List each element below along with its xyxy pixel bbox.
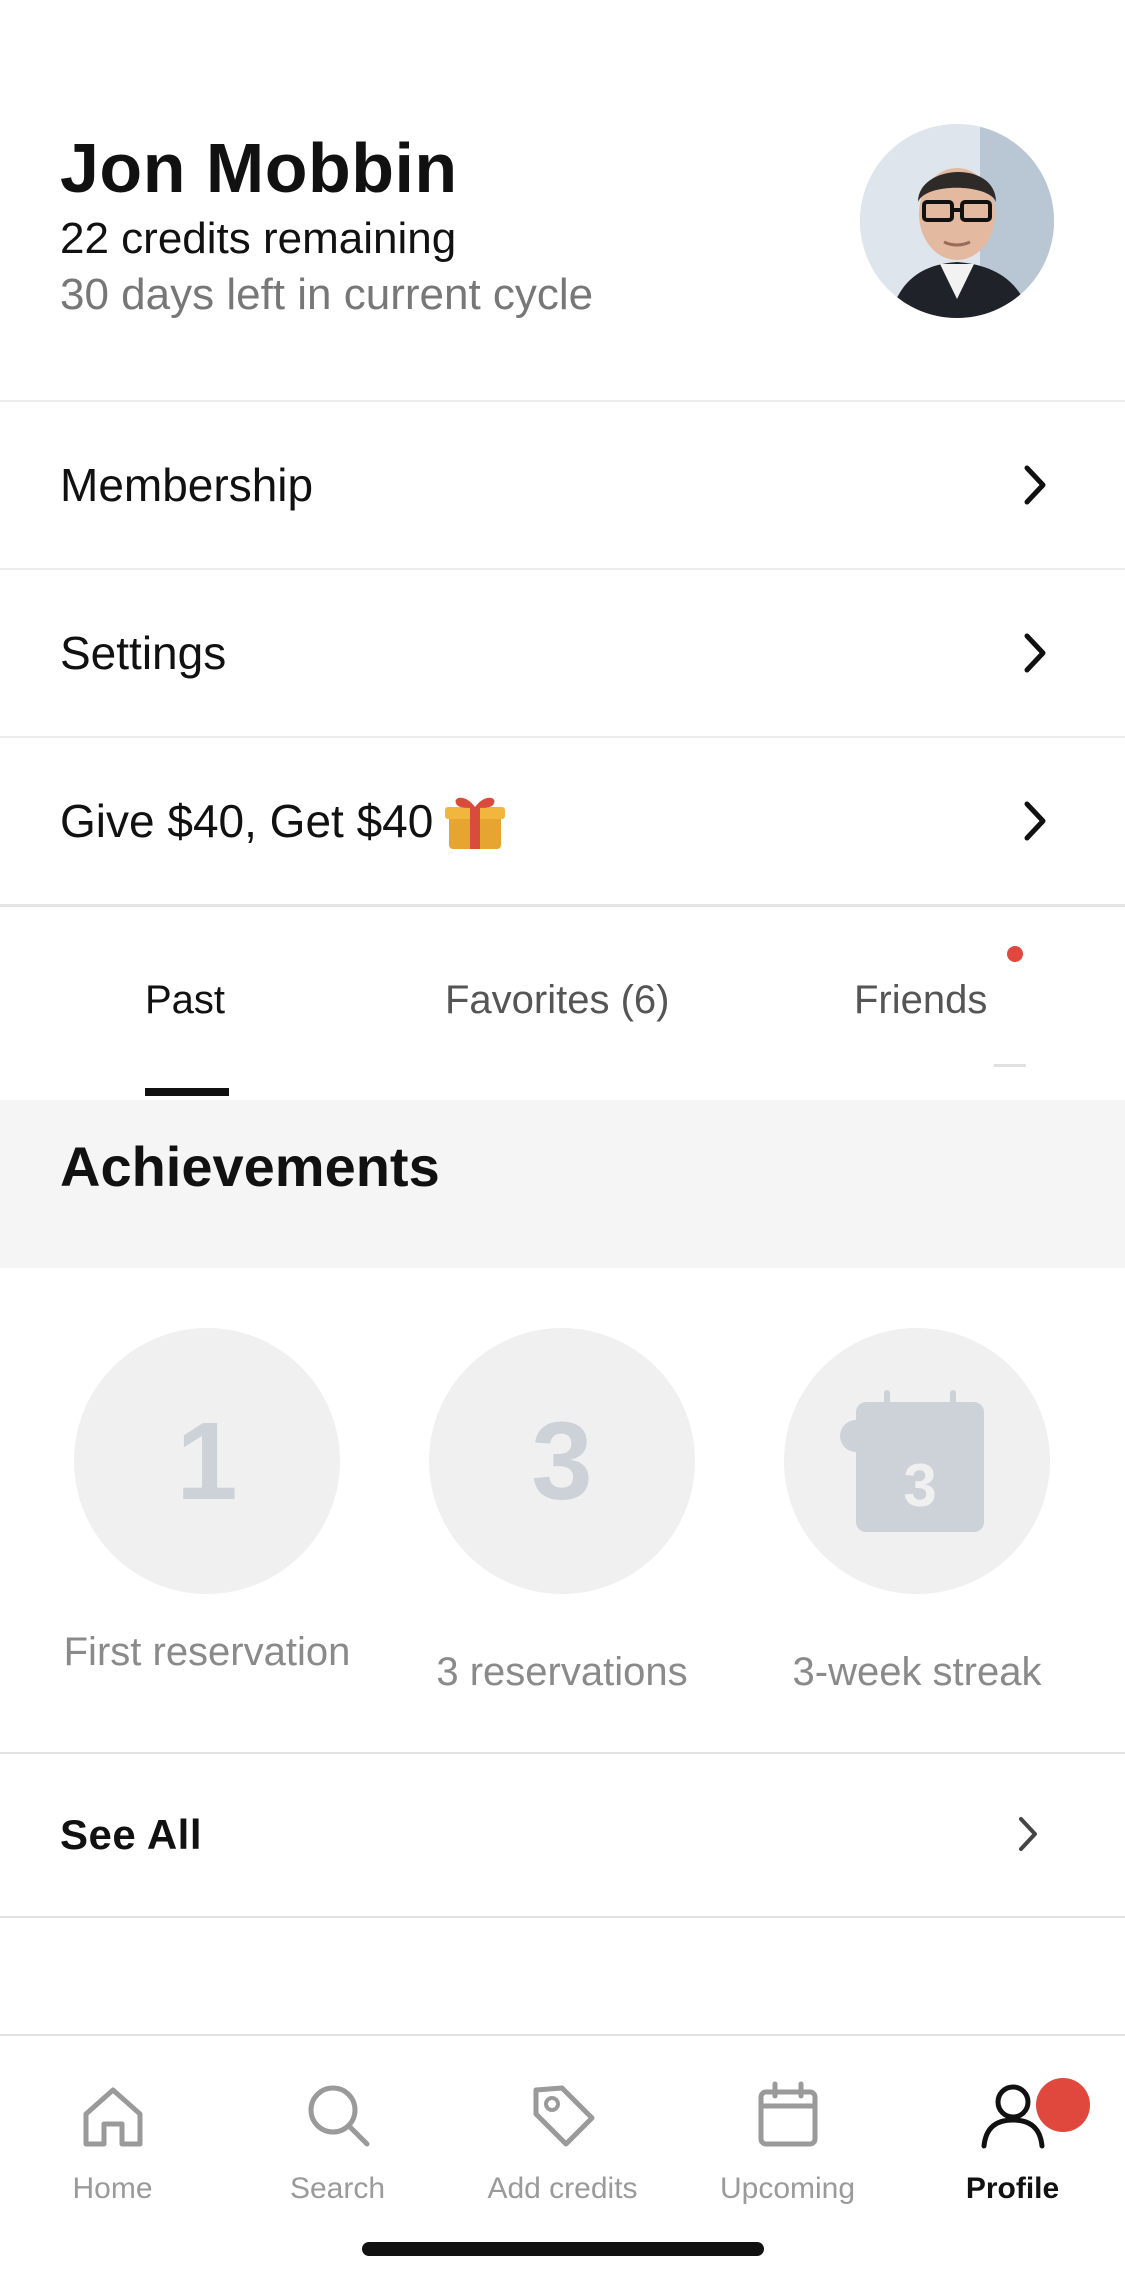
badge-first-reservation[interactable]: 1: [74, 1328, 340, 1594]
menu-item-settings[interactable]: Settings: [0, 570, 1125, 736]
calendar-icon: 3: [840, 1390, 984, 1532]
chevron-right-icon: [1024, 465, 1046, 505]
notification-dot: [1007, 946, 1023, 962]
badge-label: 3-week streak: [792, 1650, 1042, 1694]
gift-icon: [445, 797, 506, 849]
tab-past[interactable]: Past: [145, 978, 225, 1023]
nav-label: Add credits: [487, 2172, 638, 2205]
nav-upcoming[interactable]: Upcoming: [675, 2056, 900, 2206]
divider: [0, 904, 1125, 907]
notification-dot: [1036, 2078, 1090, 2132]
divider: [0, 1916, 1125, 1918]
chevron-right-icon: [1024, 633, 1046, 673]
search-icon: [308, 2085, 370, 2147]
badge-label: 3 reservations: [436, 1650, 688, 1694]
profile-screen: Jon Mobbin 22 credits remaining 30 days …: [0, 0, 1125, 2284]
profile-tabs: Past Favorites (6) Friends: [0, 908, 1125, 1098]
chevron-right-icon: [1024, 801, 1046, 841]
see-all-label: See All: [60, 1811, 203, 1858]
tab-active-indicator: [145, 1088, 229, 1096]
nav-label: Profile: [965, 2172, 1060, 2205]
avatar[interactable]: [860, 124, 1054, 318]
nav-home[interactable]: Home: [0, 2056, 225, 2206]
achievements-header: Achievements: [0, 1100, 1125, 1268]
menu-item-label: Membership: [60, 459, 314, 511]
badge-3-reservations[interactable]: 3: [429, 1328, 695, 1594]
nav-label: Search: [289, 2172, 386, 2205]
badge-label: First reservation: [63, 1630, 351, 1674]
badge-value: 1: [176, 1399, 238, 1523]
nav-label: Home: [72, 2172, 153, 2205]
see-all-achievements[interactable]: See All: [0, 1754, 1125, 1916]
badge-value: 3: [531, 1399, 593, 1523]
tab-friends[interactable]: Friends: [854, 978, 987, 1023]
nav-label: Upcoming: [719, 2172, 856, 2205]
tab-indicator: [994, 1064, 1026, 1067]
calendar-icon: [758, 2081, 818, 2147]
nav-search[interactable]: Search: [225, 2056, 450, 2206]
chevron-right-icon: [1019, 1817, 1037, 1851]
cycle-days-left: 30 days left in current cycle: [60, 270, 594, 319]
menu-item-membership[interactable]: Membership: [0, 402, 1125, 568]
menu-item-referral[interactable]: Give $40, Get $40: [0, 738, 1125, 904]
avatar-photo: [860, 124, 1054, 318]
home-icon: [83, 2087, 143, 2147]
menu-item-label: Give $40, Get $40: [60, 795, 434, 847]
menu-item-label: Settings: [60, 627, 227, 679]
tab-favorites[interactable]: Favorites (6): [445, 978, 670, 1023]
user-name: Jon Mobbin: [60, 129, 458, 207]
nav-profile[interactable]: Profile: [900, 2056, 1125, 2206]
nav-add-credits[interactable]: Add credits: [450, 2056, 675, 2206]
badge-value: 3: [903, 1452, 936, 1519]
home-indicator[interactable]: [362, 2242, 764, 2256]
profile-header: Jon Mobbin 22 credits remaining 30 days …: [0, 0, 1125, 400]
achievements-title: Achievements: [60, 1135, 440, 1198]
credits-remaining: 22 credits remaining: [60, 214, 457, 263]
tag-icon: [533, 2085, 595, 2147]
badge-3-week-streak[interactable]: 3: [784, 1328, 1050, 1594]
